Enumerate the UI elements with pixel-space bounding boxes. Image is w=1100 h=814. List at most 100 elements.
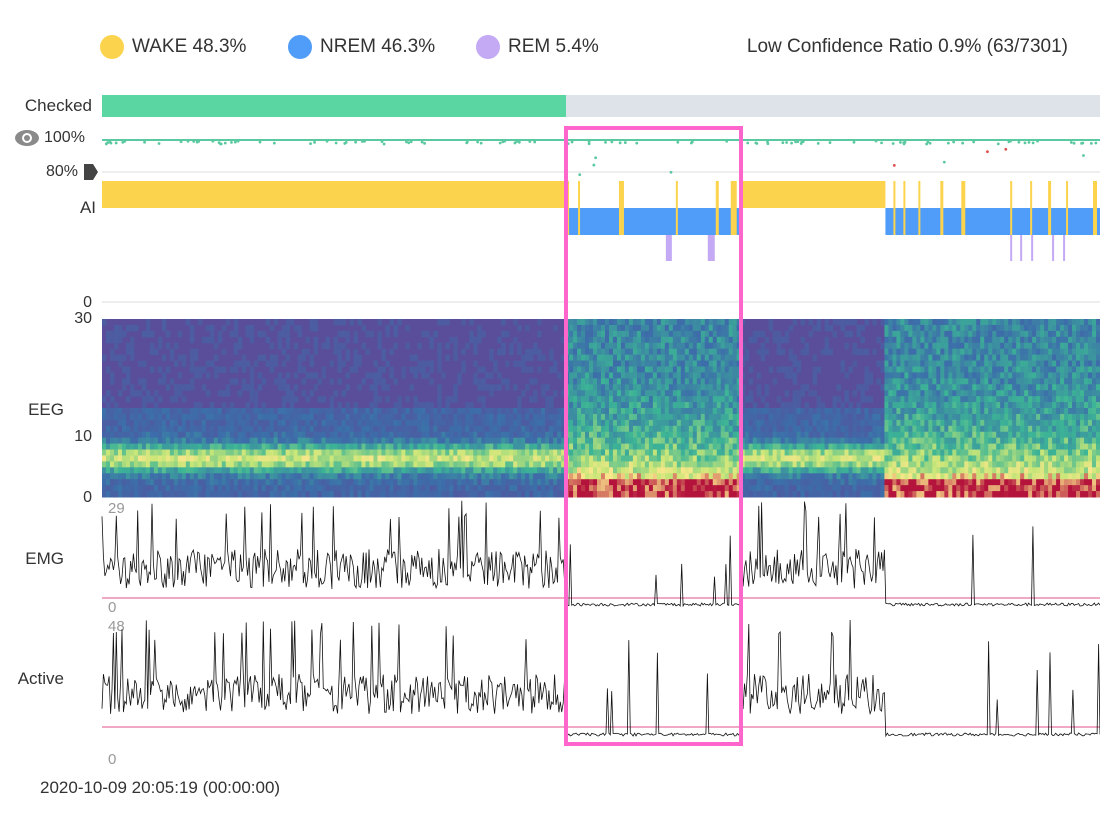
spectrogram-cell bbox=[361, 342, 366, 350]
spectrogram-cell bbox=[189, 413, 195, 421]
spectrogram-cell bbox=[261, 455, 267, 462]
spectrogram-cell bbox=[201, 413, 207, 421]
spectrogram-cell bbox=[764, 485, 770, 492]
spectrogram-cell bbox=[117, 449, 123, 456]
spectrogram-cell bbox=[932, 390, 937, 397]
spectrogram-cell bbox=[704, 354, 710, 362]
spectrogram-cell bbox=[948, 348, 953, 356]
spectrogram-cell bbox=[505, 378, 510, 385]
spectrogram-cell bbox=[589, 360, 594, 367]
spectrogram-cell bbox=[828, 437, 834, 445]
spectrogram-cell bbox=[401, 372, 406, 379]
spectrogram-cell bbox=[620, 378, 626, 385]
spectrogram-cell bbox=[908, 425, 913, 433]
spectrogram-cell bbox=[652, 485, 658, 492]
spectrogram-cell bbox=[660, 396, 666, 403]
spectrogram-cell bbox=[141, 491, 147, 498]
spectrogram-cell bbox=[712, 402, 718, 409]
spectrogram-cell bbox=[628, 360, 634, 367]
spectrogram-cell bbox=[113, 431, 119, 439]
spectrogram-cell bbox=[341, 467, 347, 474]
spectrogram-cell bbox=[696, 324, 702, 332]
spectrogram-cell bbox=[317, 473, 323, 480]
spectrogram-cell bbox=[644, 431, 650, 439]
spectrogram-cell bbox=[644, 372, 650, 379]
spectrogram-cell bbox=[604, 402, 610, 409]
spectrogram-cell bbox=[688, 491, 694, 498]
spectrogram-cell bbox=[217, 431, 223, 439]
spectrogram-cell bbox=[804, 461, 810, 468]
spectrogram-cell bbox=[477, 443, 482, 451]
spectrogram-cell bbox=[608, 479, 614, 486]
spectrogram-cell bbox=[932, 360, 937, 367]
spectrogram-cell bbox=[145, 467, 151, 474]
spectrogram-cell bbox=[888, 319, 893, 326]
spectrogram-cell bbox=[589, 455, 594, 462]
spectrogram-cell bbox=[892, 425, 897, 433]
spectrogram-cell bbox=[193, 354, 199, 362]
spectrogram-cell bbox=[640, 467, 646, 474]
spectrogram-cell bbox=[768, 473, 774, 480]
spectrogram-cell bbox=[860, 390, 865, 397]
spectrogram-cell bbox=[948, 443, 953, 451]
spectrogram-cell bbox=[153, 491, 159, 498]
spectrogram-cell bbox=[197, 437, 203, 445]
spectrogram-cell bbox=[608, 372, 614, 379]
spectrogram-cell bbox=[489, 473, 494, 480]
spectrogram-cell bbox=[345, 449, 351, 456]
spectrogram-cell bbox=[289, 402, 295, 409]
spectrogram-cell bbox=[888, 390, 893, 397]
spectrogram-cell bbox=[800, 479, 806, 486]
spectrogram-cell bbox=[469, 413, 474, 421]
spectrogram-cell bbox=[880, 419, 885, 427]
spectrogram-cell bbox=[481, 443, 486, 451]
spectrogram-cell bbox=[752, 336, 758, 344]
spectrogram-cell bbox=[880, 443, 885, 451]
spectrogram-cell bbox=[688, 366, 694, 373]
spectrogram-cell bbox=[732, 366, 738, 373]
spectrogram-cell bbox=[221, 461, 227, 468]
spectrogram-cell bbox=[301, 413, 307, 421]
spectrogram-cell bbox=[876, 467, 881, 474]
spectrogram-cell bbox=[724, 485, 730, 492]
spectrogram-cell bbox=[301, 425, 307, 433]
spectrogram-cell bbox=[529, 449, 534, 456]
spectrogram-cell bbox=[137, 425, 143, 433]
spectrogram-cell bbox=[688, 408, 694, 415]
spectrogram-cell bbox=[684, 330, 690, 338]
spectrogram-cell bbox=[469, 491, 474, 498]
spectrogram-cell bbox=[573, 330, 578, 338]
spectrogram-cell bbox=[233, 324, 239, 332]
spectrogram-cell bbox=[437, 455, 442, 462]
spectrogram-cell bbox=[668, 324, 674, 332]
spectrogram-cell bbox=[916, 330, 921, 338]
spectrogram-cell bbox=[732, 384, 738, 391]
spectrogram-cell bbox=[684, 384, 690, 391]
spectrogram-cell bbox=[860, 437, 865, 445]
spectrogram-cell bbox=[409, 419, 414, 427]
spectrogram-cell bbox=[181, 360, 187, 367]
spectrogram-cell bbox=[329, 408, 335, 415]
spectrogram-cell bbox=[477, 336, 482, 344]
spectrogram-cell bbox=[908, 491, 913, 498]
spectrogram-cell bbox=[628, 354, 634, 362]
spectrogram-cell bbox=[537, 467, 542, 474]
spectrogram-cell bbox=[856, 413, 861, 421]
spectrogram-cell bbox=[788, 348, 794, 356]
spectrogram-cell bbox=[141, 360, 147, 367]
spectrogram-cell bbox=[601, 455, 606, 462]
spectrogram-cell bbox=[752, 437, 758, 445]
spectrogram-cell bbox=[521, 390, 526, 397]
spectrogram-cell bbox=[585, 485, 590, 492]
spectrogram-cell bbox=[461, 360, 466, 367]
spectrogram-cell bbox=[872, 473, 877, 480]
hypnogram-chart[interactable] bbox=[0, 0, 1100, 814]
spectrogram-cell bbox=[589, 408, 594, 415]
spectrogram-cell bbox=[469, 467, 474, 474]
spectrogram-cell bbox=[620, 425, 626, 433]
spectrogram-cell bbox=[485, 384, 490, 391]
spectrogram-cell bbox=[102, 485, 107, 492]
spectrogram-cell bbox=[748, 467, 754, 474]
spectrogram-cell bbox=[732, 396, 738, 403]
spectrogram-cell bbox=[720, 431, 726, 439]
